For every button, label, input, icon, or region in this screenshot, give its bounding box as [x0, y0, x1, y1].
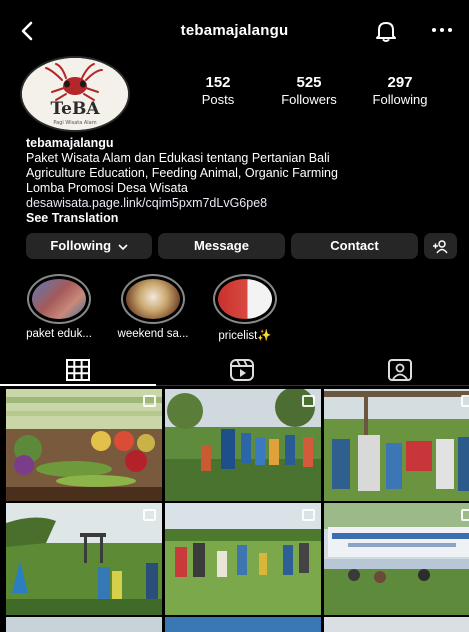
followers-count: 525	[296, 74, 322, 91]
profile-tabs	[0, 352, 469, 386]
highlight-label: weekend sa...	[117, 328, 189, 340]
posts-stat[interactable]: 152 Posts	[173, 74, 263, 107]
post-image	[6, 503, 162, 615]
chevron-down-icon	[118, 243, 128, 250]
post-image	[6, 389, 162, 501]
highlight-label: paket eduk...	[26, 328, 92, 340]
followers-stat[interactable]: 525 Followers	[264, 74, 354, 107]
bio-line: Agriculture Education, Feeding Animal, O…	[26, 166, 338, 180]
logo-tagline: Pagi Wisata Alam	[53, 120, 96, 126]
following-stat[interactable]: 297 Following	[355, 74, 445, 107]
active-tab-indicator	[0, 384, 156, 386]
posts-label: Posts	[201, 92, 235, 107]
post-image	[165, 389, 321, 501]
highlight-pricelist[interactable]: pricelist✨	[200, 274, 290, 342]
bio-name: tebamajalangu	[26, 136, 114, 150]
more-options-icon[interactable]	[430, 20, 454, 40]
highlight-ring	[27, 274, 91, 324]
contact-button-label: Contact	[330, 238, 379, 253]
highlight-label: pricelist✨	[218, 330, 272, 342]
add-person-icon	[432, 239, 448, 254]
add-user-button[interactable]	[424, 233, 457, 259]
bio-line: Lomba Promosi Desa Wisata	[26, 181, 188, 195]
highlight-cover-image	[218, 279, 272, 319]
post-image	[165, 503, 321, 615]
following-count: 297	[387, 74, 413, 91]
post-image	[6, 617, 162, 632]
post-thumbnail[interactable]	[6, 389, 162, 501]
highlight-cover-image	[126, 279, 180, 319]
tagged-icon[interactable]	[386, 358, 414, 382]
bio-line: Paket Wisata Alam dan Edukasi tentang Pe…	[26, 151, 330, 165]
post-thumbnail[interactable]	[324, 617, 469, 632]
post-image	[324, 617, 469, 632]
post-image	[324, 389, 469, 501]
highlight-ring	[213, 274, 277, 324]
message-button-label: Message	[194, 238, 249, 253]
teba-logo: TeBA Pagi Wisata Alam	[22, 58, 128, 130]
followers-label: Followers	[281, 92, 337, 107]
post-image	[165, 617, 321, 632]
profile-avatar[interactable]: TeBA Pagi Wisata Alam	[20, 56, 130, 132]
bell-icon[interactable]	[374, 19, 398, 43]
post-thumbnail[interactable]	[324, 503, 469, 615]
highlight-ring	[121, 274, 185, 324]
multi-post-icon	[461, 509, 469, 521]
post-thumbnail[interactable]	[165, 389, 321, 501]
post-thumbnail[interactable]	[165, 617, 321, 632]
grid-icon[interactable]	[64, 358, 92, 382]
post-thumbnail[interactable]	[6, 503, 162, 615]
highlight-cover-image	[32, 279, 86, 319]
post-thumbnail[interactable]	[324, 389, 469, 501]
see-translation-link[interactable]: See Translation	[26, 211, 456, 226]
following-label: Following	[372, 92, 428, 107]
post-thumbnail[interactable]	[6, 617, 162, 632]
bio-link[interactable]: desawisata.page.link/cqim5pxm7dLvG6pe8	[26, 196, 456, 211]
multi-post-icon	[302, 509, 315, 521]
following-button-label: Following	[50, 238, 112, 253]
following-button[interactable]: Following	[26, 233, 152, 259]
message-button[interactable]: Message	[158, 233, 285, 259]
posts-count: 152	[205, 74, 231, 91]
multi-post-icon	[302, 395, 315, 407]
post-image	[324, 503, 469, 615]
top-bar: tebamajalangu	[0, 0, 469, 58]
multi-post-icon	[143, 395, 156, 407]
post-thumbnail[interactable]	[165, 503, 321, 615]
highlight-weekend[interactable]: weekend sa...	[108, 274, 198, 340]
profile-username-title: tebamajalangu	[180, 22, 289, 39]
multi-post-icon	[143, 509, 156, 521]
logo-text: TeBA	[50, 99, 100, 119]
highlight-paket-edukasi[interactable]: paket eduk...	[14, 274, 104, 340]
profile-bio: tebamajalangu Paket Wisata Alam dan Eduk…	[26, 136, 456, 226]
contact-button[interactable]: Contact	[291, 233, 418, 259]
multi-post-icon	[461, 395, 469, 407]
reels-icon[interactable]	[228, 358, 256, 382]
